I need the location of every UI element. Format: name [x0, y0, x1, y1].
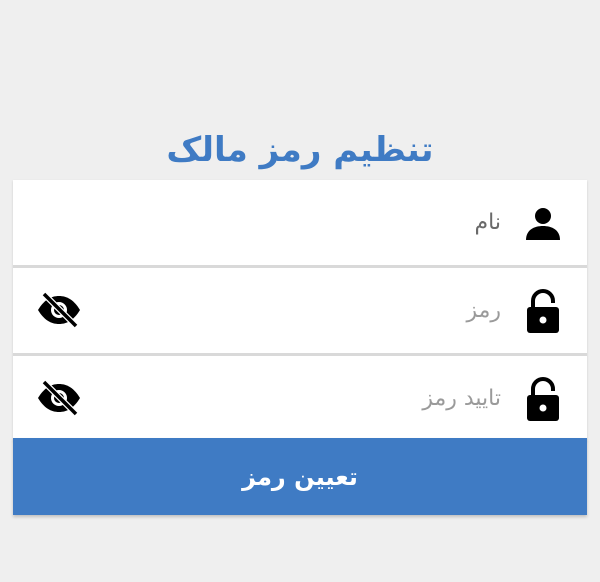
name-input[interactable]	[121, 202, 501, 242]
set-password-button[interactable]: تعیین رمز	[13, 438, 587, 515]
lock-icon	[525, 289, 561, 333]
person-icon	[525, 204, 561, 244]
password-row	[13, 268, 587, 356]
lock-icon	[525, 377, 561, 421]
page-title: تنظیم رمز مالک	[166, 130, 434, 170]
eye-off-icon[interactable]	[35, 290, 83, 330]
name-row	[13, 180, 587, 268]
password-input[interactable]	[121, 290, 501, 330]
eye-off-icon[interactable]	[35, 378, 83, 418]
confirm-password-input[interactable]	[121, 378, 501, 418]
password-form	[13, 180, 587, 441]
confirm-password-row	[13, 356, 587, 441]
